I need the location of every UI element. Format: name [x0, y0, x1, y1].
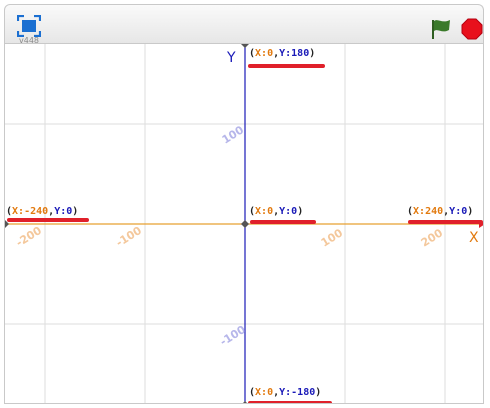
x-tick-label: -200 — [14, 224, 45, 250]
x-tick-label: 100 — [319, 226, 346, 249]
x-tick-label: 200 — [419, 226, 446, 249]
coord-label-bottom: (X:0,Y:-180) — [249, 387, 322, 398]
top-edge-marker — [241, 44, 249, 48]
highlight-underline — [248, 64, 325, 68]
green-flag-icon[interactable] — [429, 17, 453, 41]
x-axis-label: X — [469, 230, 479, 246]
y-tick-label: -100 — [218, 323, 249, 349]
stage-canvas[interactable]: -200 -100 100 200 100 -100 Y X (X:0,Y:18… — [4, 43, 484, 404]
highlight-underline — [408, 220, 483, 224]
fullscreen-icon[interactable] — [17, 15, 41, 37]
coord-label-left: (X:-240,Y:0) — [6, 206, 79, 217]
highlight-underline — [250, 220, 316, 224]
stage-toolbar: v448 — [4, 4, 484, 45]
origin-marker — [241, 220, 249, 228]
coord-label-right: (X:240,Y:0) — [407, 206, 474, 217]
highlight-underline — [248, 401, 332, 403]
coordinate-grid: -200 -100 100 200 100 -100 Y X — [5, 44, 483, 403]
coord-label-center: (X:0,Y:0) — [249, 206, 304, 217]
y-tick-label: 100 — [220, 123, 247, 146]
x-tick-label: -100 — [114, 224, 145, 250]
y-axis-label: Y — [226, 50, 236, 66]
stop-sign-icon[interactable] — [461, 18, 483, 40]
highlight-underline — [7, 218, 89, 222]
coord-label-top: (X:0,Y:180) — [249, 48, 316, 59]
